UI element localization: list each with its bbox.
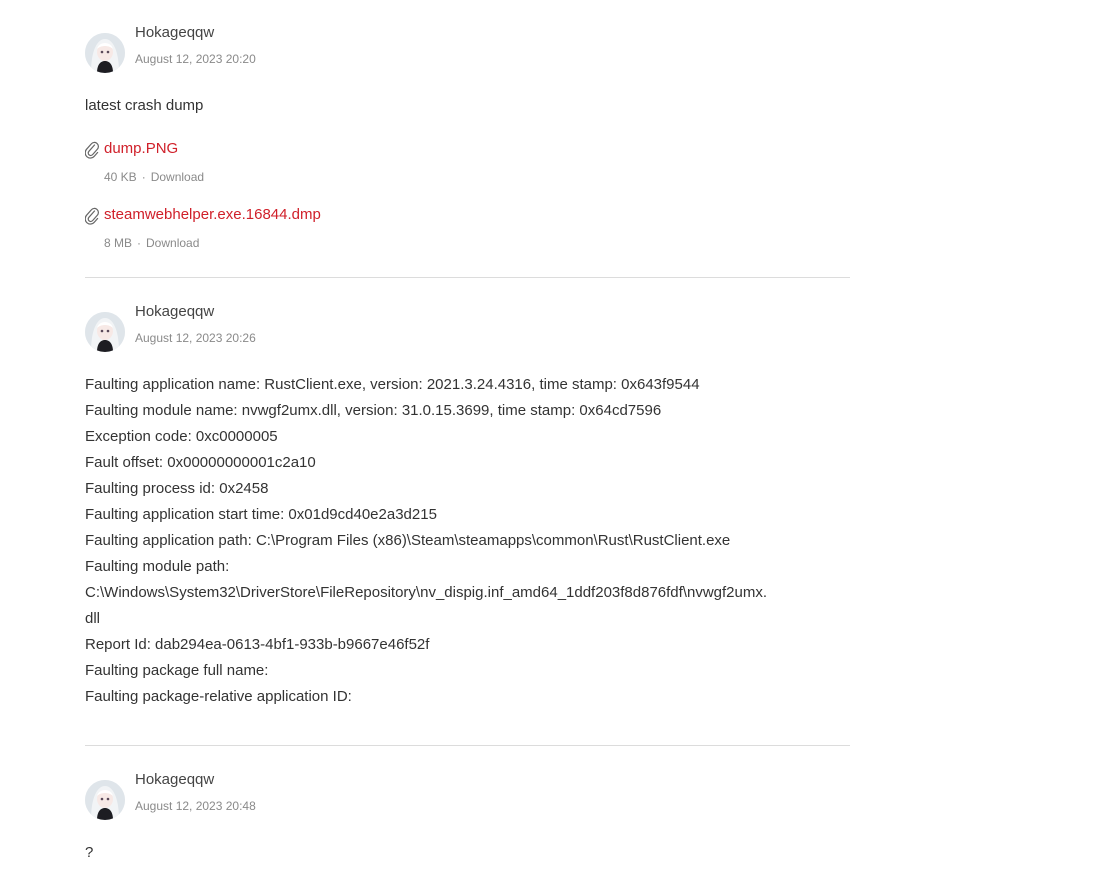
comment-date: August 12, 2023 20:48 <box>135 799 256 813</box>
avatar-image <box>85 780 125 820</box>
avatar[interactable] <box>85 780 125 820</box>
comment: Hokageqqw August 12, 2023 20:48 ? <box>85 0 850 878</box>
comment-body: ? <box>85 844 94 861</box>
comment-author[interactable]: Hokageqqw <box>135 771 214 788</box>
